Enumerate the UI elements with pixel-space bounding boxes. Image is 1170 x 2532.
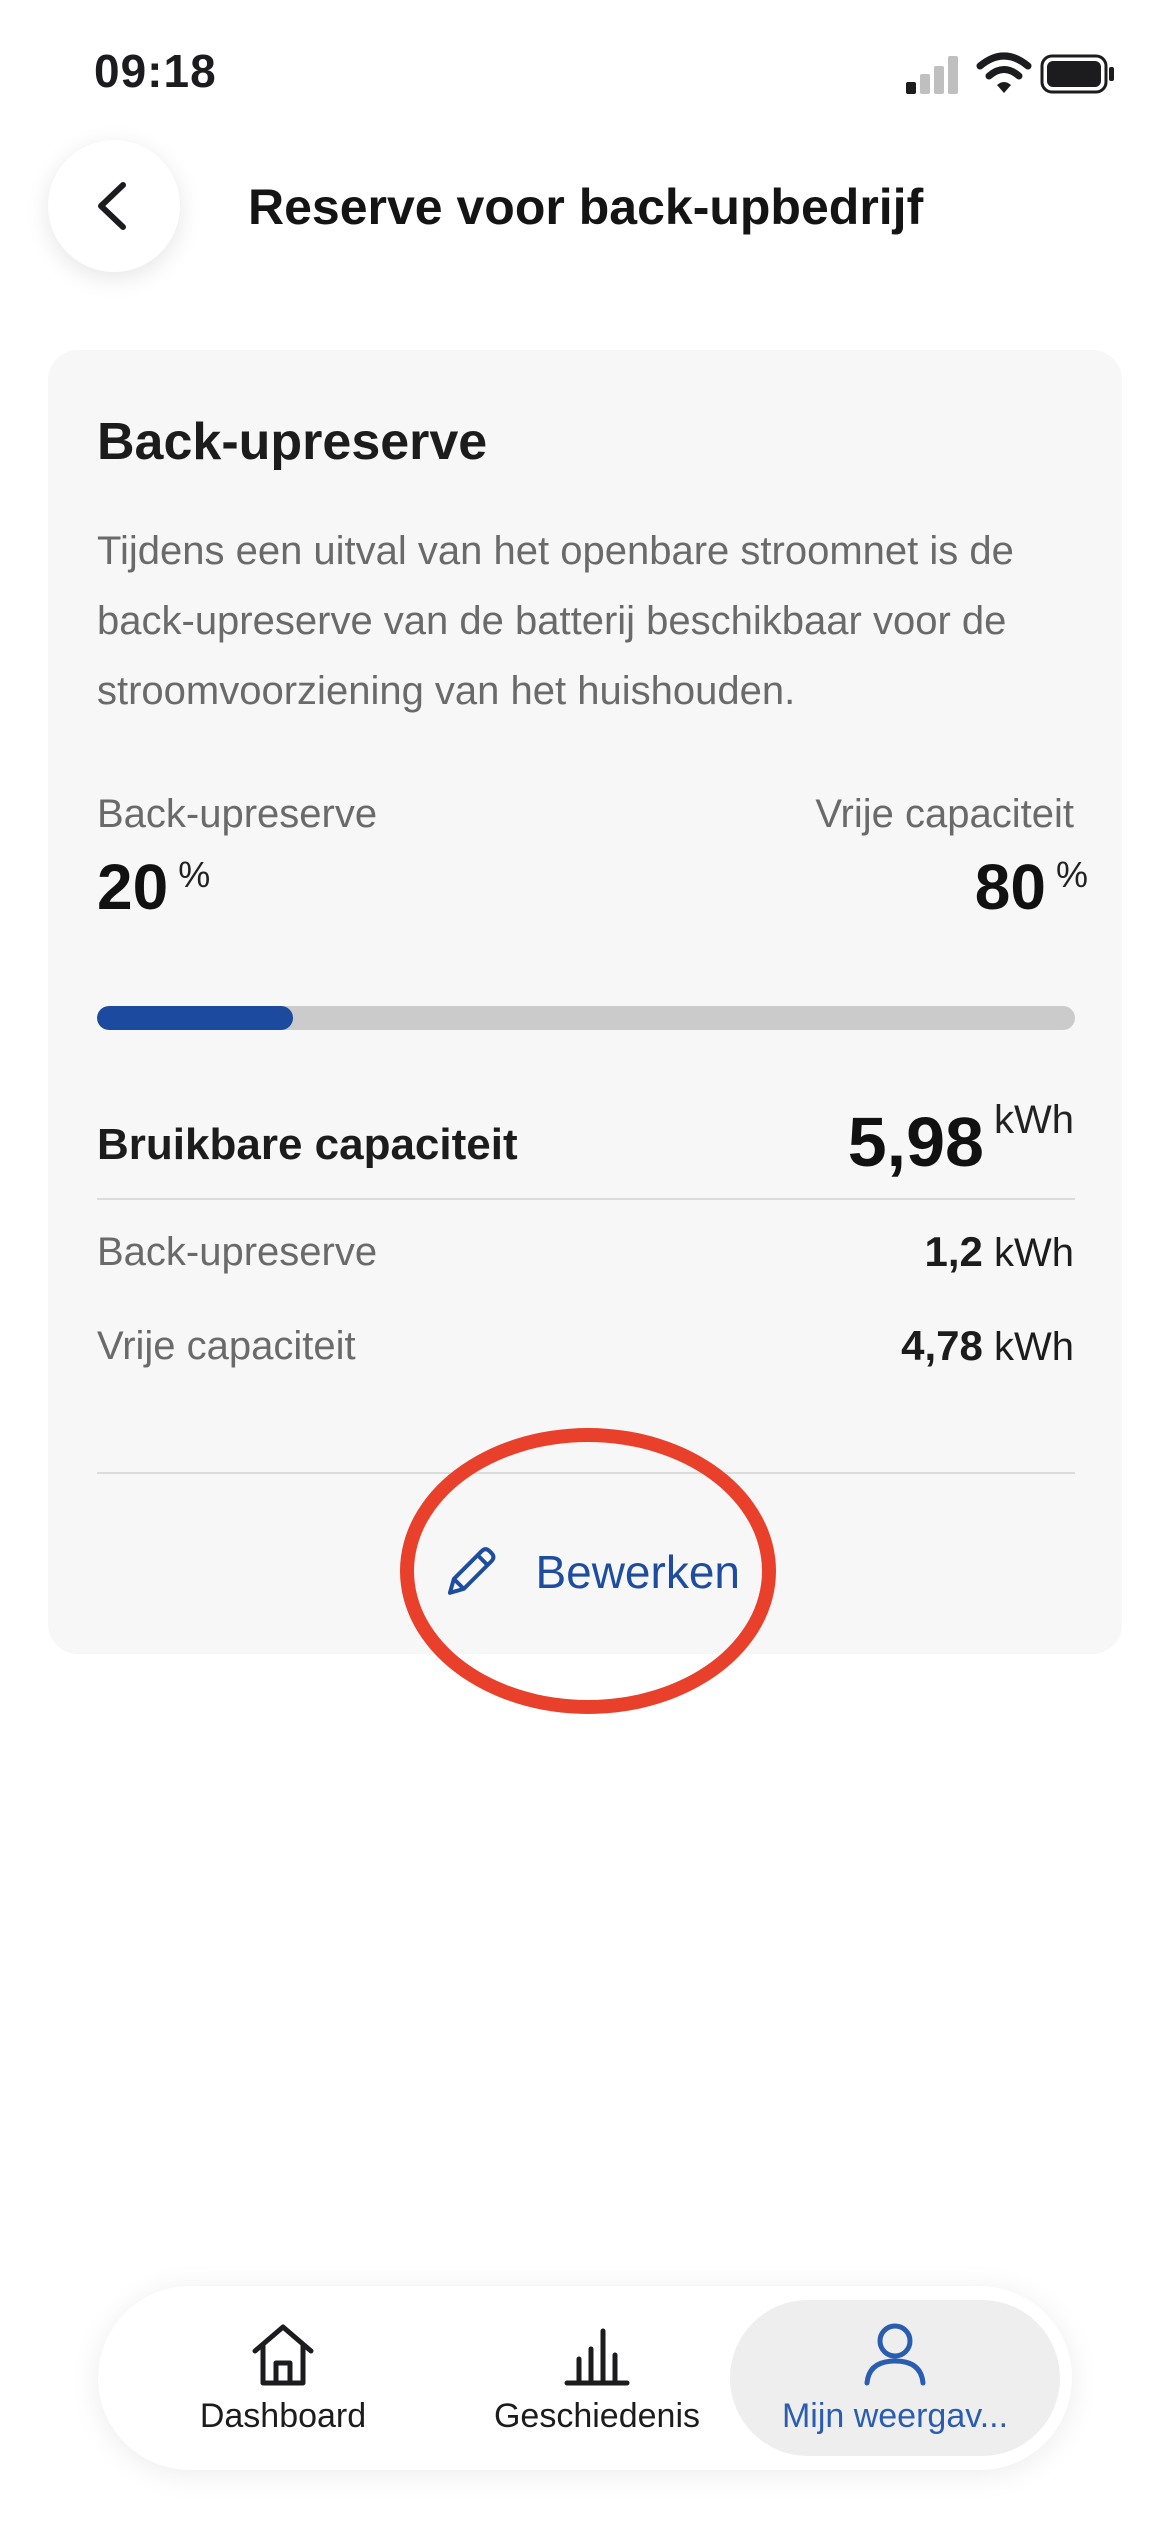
bottom-navigation: Dashboard Geschiedenis Mijn weergav... xyxy=(98,2286,1072,2470)
home-icon xyxy=(252,2324,314,2385)
free-capacity-value: 80% xyxy=(975,850,1088,924)
free-capacity-label: Vrije capaciteit xyxy=(815,792,1074,836)
free-capacity-unit: % xyxy=(1055,854,1088,895)
usable-capacity-value: 5,98 kWh xyxy=(847,1098,1074,1182)
status-bar: 09:18 xyxy=(0,0,1170,150)
nav-label-my-view: Mijn weergav... xyxy=(781,2396,1009,2435)
nav-label-dashboard: Dashboard xyxy=(199,2396,367,2435)
backup-reserve-percent: 20 xyxy=(97,851,169,923)
divider xyxy=(97,1198,1075,1200)
backup-reserve-label: Back-upreserve xyxy=(97,792,378,836)
user-icon xyxy=(864,2323,926,2385)
card-title: Back-upreserve xyxy=(97,413,488,471)
backup-reserve-unit: % xyxy=(178,854,211,895)
status-time: 09:18 xyxy=(94,45,217,97)
chevron-left-icon xyxy=(98,182,126,230)
row-free-number: 4,78 xyxy=(901,1322,983,1369)
row-backup-label: Back-upreserve xyxy=(97,1230,378,1274)
card-description: Tijdens een uitval van het openbare stro… xyxy=(97,529,1014,713)
row-backup-value: 1,2 kWh xyxy=(924,1228,1074,1276)
row-free-label: Vrije capaciteit xyxy=(97,1324,356,1368)
nav-label-history: Geschiedenis xyxy=(493,2396,700,2435)
bar-chart-icon xyxy=(564,2328,630,2385)
usable-capacity-number: 5,98 xyxy=(847,1103,984,1181)
reserve-progress-bar xyxy=(97,1006,1075,1030)
nav-item-my-view[interactable]: Mijn weergav... xyxy=(730,2300,1060,2456)
cellular-signal-icon xyxy=(906,56,958,94)
row-backup-number: 1,2 xyxy=(924,1228,983,1275)
wifi-icon xyxy=(976,52,1032,93)
screen: 09:18 Reserve voor back-upbedrijf Back-u… xyxy=(0,0,1170,2532)
page-title: Reserve voor back-upbedrijf xyxy=(248,179,924,235)
back-button[interactable] xyxy=(48,140,180,272)
row-free-unit: kWh xyxy=(994,1325,1074,1369)
nav-item-history[interactable]: Geschiedenis xyxy=(474,2286,720,2470)
row-backup-unit: kWh xyxy=(994,1231,1074,1275)
reserve-progress-fill xyxy=(97,1006,293,1030)
row-free-value: 4,78 kWh xyxy=(901,1322,1074,1370)
nav-item-dashboard[interactable]: Dashboard xyxy=(168,2286,398,2470)
usable-capacity-unit: kWh xyxy=(994,1098,1074,1142)
battery-icon xyxy=(1040,54,1114,94)
usable-capacity-label: Bruikbare capaciteit xyxy=(97,1120,518,1169)
free-capacity-percent: 80 xyxy=(974,851,1046,923)
annotation-highlight-circle xyxy=(400,1428,776,1714)
backup-reserve-value: 20% xyxy=(97,850,210,924)
